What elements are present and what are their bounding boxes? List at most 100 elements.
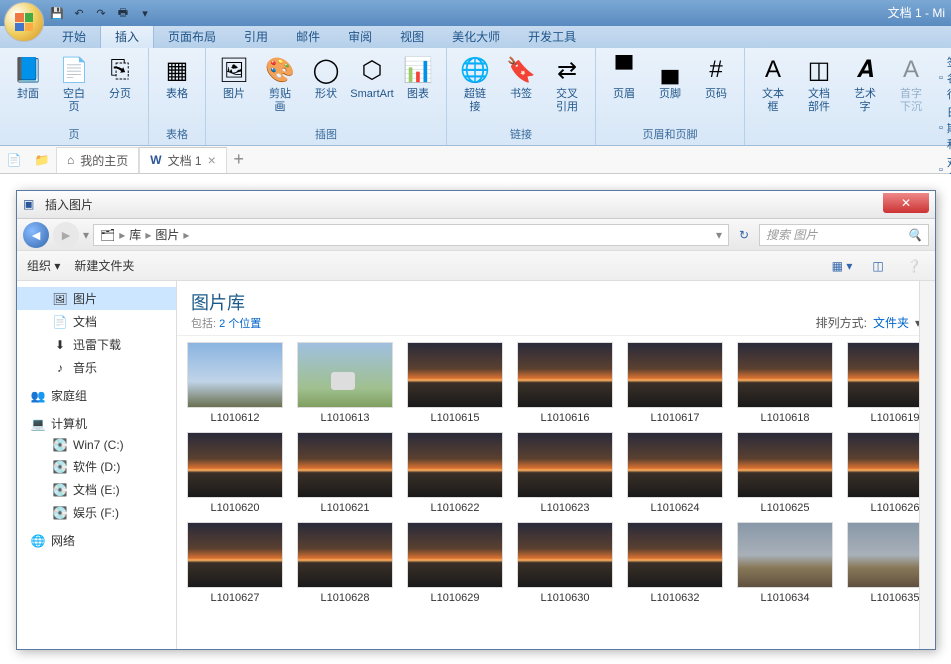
thumbnail-item[interactable]: L1010616 xyxy=(517,342,613,424)
tab-devtools[interactable]: 开发工具 xyxy=(514,25,590,48)
arrange-value[interactable]: 文件夹 xyxy=(873,314,909,331)
thumbnail-item[interactable]: L1010625 xyxy=(737,432,833,514)
new-folder-button[interactable]: 新建文件夹 xyxy=(74,257,134,274)
new-doc-icon[interactable]: 📄 xyxy=(2,148,26,172)
preview-pane-button[interactable]: ◫ xyxy=(867,259,889,273)
tab-beautify[interactable]: 美化大师 xyxy=(438,25,514,48)
thumbnail-item[interactable]: L1010615 xyxy=(407,342,503,424)
dropcap-button[interactable]: A首字下沉 xyxy=(889,52,933,116)
open-folder-icon[interactable]: 📁 xyxy=(30,148,54,172)
nav-drive-item[interactable]: 💽Win7 (C:) xyxy=(17,435,176,455)
close-icon[interactable]: × xyxy=(208,152,216,168)
nav-library-item[interactable]: 📄文档 xyxy=(17,310,176,333)
breadcrumb-item[interactable]: 图片 xyxy=(155,226,179,243)
thumbnail-item[interactable]: L1010624 xyxy=(627,432,723,514)
table-button[interactable]: ▦表格 xyxy=(155,52,199,103)
bookmark-icon: 🔖 xyxy=(505,54,537,86)
crossref-button[interactable]: ⇄交叉 引用 xyxy=(545,52,589,116)
search-input[interactable]: 搜索 图片 🔍 xyxy=(759,224,929,246)
tab-home[interactable]: 开始 xyxy=(48,25,100,48)
arrange-by[interactable]: 排列方式: 文件夹 ▾ xyxy=(816,314,921,331)
undo-icon[interactable]: ↶ xyxy=(70,4,88,22)
thumbnail-item[interactable]: L1010632 xyxy=(627,522,723,604)
thumbnail-image xyxy=(517,432,613,498)
nav-library-item[interactable]: ♪音乐 xyxy=(17,356,176,379)
library-locations-link[interactable]: 2 个位置 xyxy=(219,318,261,330)
qat-dropdown-icon[interactable]: ▾ xyxy=(136,4,154,22)
nav-drive-item[interactable]: 💽娱乐 (F:) xyxy=(17,501,176,524)
nav-drive-item[interactable]: 💽文档 (E:) xyxy=(17,478,176,501)
nav-library-item[interactable]: ⬇迅雷下载 xyxy=(17,333,176,356)
nav-library-item[interactable]: 🖼图片 xyxy=(17,287,176,310)
tab-layout[interactable]: 页面布局 xyxy=(154,25,230,48)
pagenum-button[interactable]: #页码 xyxy=(694,52,738,103)
thumbnail-item[interactable]: L1010627 xyxy=(187,522,283,604)
thumbnail-item[interactable]: L1010622 xyxy=(407,432,503,514)
chart-button[interactable]: 📊图表 xyxy=(396,52,440,103)
thumbnail-item[interactable]: L1010634 xyxy=(737,522,833,604)
thumbnail-item[interactable]: L1010630 xyxy=(517,522,613,604)
dialog-titlebar[interactable]: ▣ 插入图片 ✕ xyxy=(17,191,935,219)
wordart-button[interactable]: 𝑨艺术字 xyxy=(843,52,887,116)
nav-drive-item[interactable]: 💽软件 (D:) xyxy=(17,455,176,478)
header-button[interactable]: ▀页眉 xyxy=(602,52,646,103)
tab-view[interactable]: 视图 xyxy=(386,25,438,48)
nav-computer[interactable]: 💻计算机 xyxy=(17,407,176,435)
cover-button[interactable]: 📘封面 xyxy=(6,52,50,103)
redo-icon[interactable]: ↷ xyxy=(92,4,110,22)
nav-homegroup[interactable]: 👥家庭组 xyxy=(17,379,176,407)
nav-history-dropdown-icon[interactable]: ▾ xyxy=(83,228,89,242)
print-icon[interactable]: 🖶 xyxy=(114,4,132,22)
nav-back-button[interactable]: ◄ xyxy=(23,222,49,248)
tab-review[interactable]: 审阅 xyxy=(334,25,386,48)
new-tab-button[interactable]: + xyxy=(227,149,251,170)
tab-mail[interactable]: 邮件 xyxy=(282,25,334,48)
doctab-home[interactable]: ⌂ 我的主页 xyxy=(56,147,139,173)
thumbnail-item[interactable]: L1010620 xyxy=(187,432,283,514)
thumbnail-item[interactable]: L1010628 xyxy=(297,522,393,604)
picture-button[interactable]: 🖼图片 xyxy=(212,52,256,103)
ribbon-small-item[interactable]: ▫签名行 xyxy=(939,54,951,102)
hyperlink-icon: 🌐 xyxy=(459,54,491,86)
thumbnail-item[interactable]: L1010618 xyxy=(737,342,833,424)
doctab-document-1[interactable]: W 文档 1 × xyxy=(139,147,227,173)
thumbnail-item[interactable]: L1010623 xyxy=(517,432,613,514)
break-button[interactable]: ⎘分页 xyxy=(98,52,142,103)
scrollbar[interactable] xyxy=(919,281,935,649)
breadcrumb[interactable]: 🗂 ▸ 库 ▸ 图片 ▸ ▾ xyxy=(93,224,729,246)
bookmark-button[interactable]: 🔖书签 xyxy=(499,52,543,103)
ribbon-small-item[interactable]: ▫日期和 xyxy=(939,104,951,152)
footer-button[interactable]: ▄页脚 xyxy=(648,52,692,103)
refresh-button[interactable]: ↻ xyxy=(733,228,755,242)
tab-insert[interactable]: 插入 xyxy=(100,24,154,48)
organize-button[interactable]: 组织 ▾ xyxy=(27,257,60,274)
help-button[interactable]: ❔ xyxy=(903,259,925,273)
smartart-button[interactable]: ⬡SmartArt xyxy=(350,52,394,103)
save-icon[interactable]: 💾 xyxy=(48,4,66,22)
blank-button[interactable]: 📄空白页 xyxy=(52,52,96,116)
thumbnail-item[interactable]: L1010613 xyxy=(297,342,393,424)
nav-network[interactable]: 🌐网络 xyxy=(17,524,176,552)
thumbnail-label: L1010615 xyxy=(431,412,480,424)
breadcrumb-item[interactable]: 库 xyxy=(129,226,141,243)
thumbnail-label: L1010630 xyxy=(541,592,590,604)
hyperlink-button[interactable]: 🌐超链接 xyxy=(453,52,497,116)
dialog-close-button[interactable]: ✕ xyxy=(883,193,929,213)
breadcrumb-dropdown-icon[interactable]: ▾ xyxy=(716,228,722,242)
nav-forward-button[interactable]: ► xyxy=(53,222,79,248)
parts-button[interactable]: ◫文档部件 xyxy=(797,52,841,116)
thumbnail-item[interactable]: L1010617 xyxy=(627,342,723,424)
textbox-button[interactable]: A文本框 xyxy=(751,52,795,116)
thumbnail-item[interactable]: L1010629 xyxy=(407,522,503,604)
clipart-button[interactable]: 🎨剪贴画 xyxy=(258,52,302,116)
thumbnail-image xyxy=(407,522,503,588)
thumbnail-item[interactable]: L1010612 xyxy=(187,342,283,424)
tab-references[interactable]: 引用 xyxy=(230,25,282,48)
thumbnail-item[interactable]: L1010621 xyxy=(297,432,393,514)
view-mode-button[interactable]: ▦ ▾ xyxy=(831,259,853,273)
quick-access-toolbar: 💾 ↶ ↷ 🖶 ▾ xyxy=(48,4,154,22)
thumbnail-image xyxy=(187,432,283,498)
office-button[interactable] xyxy=(4,2,44,42)
shapes-button[interactable]: ◯形状 xyxy=(304,52,348,103)
cover-icon: 📘 xyxy=(12,54,44,86)
